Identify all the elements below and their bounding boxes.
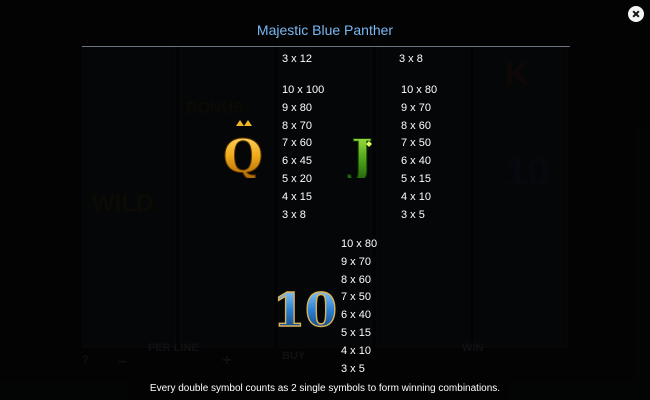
game-background: WILD BONUS K 10 ? − PER LINE + BUY WIN: [0, 0, 650, 400]
pay-row: 8 x 70: [282, 119, 312, 132]
symbol-10: 10: [274, 282, 336, 334]
paytable-10: 10 x 80 9 x 70 8 x 60 7 x 50 6 x 40 5 x …: [341, 236, 377, 378]
pay-row: 4 x 10: [401, 190, 431, 203]
symbol-q-letter: Q: [223, 129, 263, 178]
pay-row: 6 x 40: [401, 155, 431, 168]
pay-row: 6 x 40: [341, 309, 371, 322]
pay-row: 3 x 8: [399, 53, 423, 65]
pay-row: 4 x 10: [341, 344, 371, 357]
pay-row: 7 x 60: [282, 137, 312, 150]
pay-row: 10 x 100: [282, 84, 325, 96]
pay-row: 5 x 15: [341, 326, 371, 339]
symbol-q: Q: [222, 120, 264, 178]
paytable-j: 10 x 80 9 x 70 8 x 60 7 x 50 6 x 40 5 x …: [401, 82, 437, 224]
footer-note: Every double symbol counts as 2 single s…: [149, 383, 501, 394]
pay-row: 3 x 5: [341, 362, 365, 375]
pay-row: 9 x 80: [282, 101, 312, 114]
pay-row: 7 x 50: [401, 137, 431, 150]
pay-row: 9 x 70: [401, 101, 431, 114]
pay-row: 8 x 60: [341, 273, 371, 286]
pay-row: 10 x 80: [401, 84, 438, 96]
symbol-j-letter: J: [347, 129, 373, 178]
dim-overlay: [0, 0, 650, 400]
crown-icon: [236, 120, 252, 126]
title-divider: [82, 46, 570, 47]
pay-row: 9 x 70: [341, 255, 371, 268]
pay-row: 4 x 15: [282, 190, 312, 203]
pay-row: 7 x 50: [341, 291, 371, 304]
pay-row: 3 x 8: [282, 208, 306, 221]
paytable-partial-right: 3 x 8: [399, 51, 423, 69]
page-title: Majestic Blue Panther: [256, 22, 394, 38]
close-button[interactable]: [628, 6, 644, 22]
paytable-q: 10 x 100 9 x 80 8 x 70 7 x 60 6 x 45 5 x…: [282, 82, 324, 224]
symbol-10-text: 10: [274, 283, 336, 334]
paytable-partial-left: 3 x 12: [282, 51, 312, 69]
symbol-j: J: [347, 129, 374, 179]
pay-row: 3 x 12: [282, 53, 312, 65]
pay-row: 10 x 80: [341, 238, 378, 250]
pay-row: 8 x 60: [401, 119, 431, 132]
pay-row: 6 x 45: [282, 155, 312, 168]
pay-row: 5 x 20: [282, 172, 312, 185]
pay-row: 3 x 5: [401, 208, 425, 221]
pay-row: 5 x 15: [401, 172, 431, 185]
